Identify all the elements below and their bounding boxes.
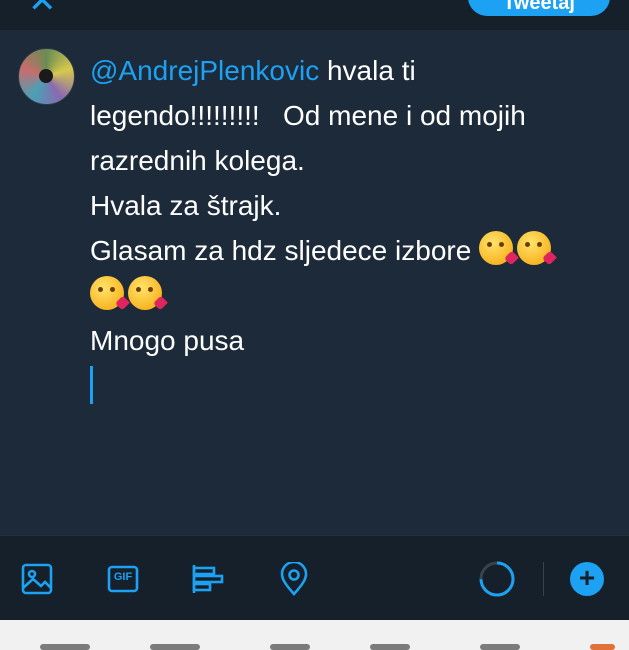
gif-label: GIF xyxy=(113,571,133,583)
keyboard-strip xyxy=(0,620,629,650)
text-line: Glasam za hdz sljedece izbore xyxy=(90,228,610,273)
location-icon[interactable] xyxy=(277,560,311,596)
text-line: Mnogo pusa xyxy=(90,325,245,356)
text-line: legendo!!!!!!!!! Od mene i od mojih xyxy=(90,100,526,131)
cursor-line xyxy=(90,363,610,409)
avatar xyxy=(18,48,75,105)
compose-toolbar: GIF + xyxy=(0,535,629,621)
text-line: razrednih kolega. xyxy=(90,145,305,176)
key-hint xyxy=(370,644,410,650)
tweet-text-input[interactable]: @AndrejPlenkovic hvala ti legendo!!!!!!!… xyxy=(90,48,610,409)
text-line: Hvala za štrajk. xyxy=(90,190,282,221)
poll-icon[interactable] xyxy=(191,562,225,596)
kiss-emoji-icon xyxy=(90,276,124,310)
text-cursor xyxy=(90,366,93,404)
text-line: @AndrejPlenkovic hvala ti xyxy=(90,55,416,86)
kiss-emoji-icon xyxy=(517,231,552,265)
add-tweet-button[interactable]: + xyxy=(570,562,604,596)
key-hint xyxy=(150,644,200,650)
kiss-emoji-icon xyxy=(128,276,162,310)
key-hint xyxy=(590,644,615,650)
key-hint xyxy=(40,644,90,650)
toolbar-divider xyxy=(543,562,544,596)
top-bar: ✕ Tweetaj xyxy=(0,0,629,31)
text-line xyxy=(90,273,610,318)
mention-link[interactable]: @AndrejPlenkovic xyxy=(90,55,319,86)
key-hint xyxy=(480,644,520,650)
kiss-emoji-icon xyxy=(479,231,514,265)
tweet-button[interactable]: Tweetaj xyxy=(468,0,610,16)
close-icon[interactable]: ✕ xyxy=(28,0,58,18)
character-count-ring-icon xyxy=(478,560,516,598)
image-icon[interactable] xyxy=(20,562,54,596)
key-hint xyxy=(270,644,310,650)
gif-icon[interactable]: GIF xyxy=(106,562,140,596)
